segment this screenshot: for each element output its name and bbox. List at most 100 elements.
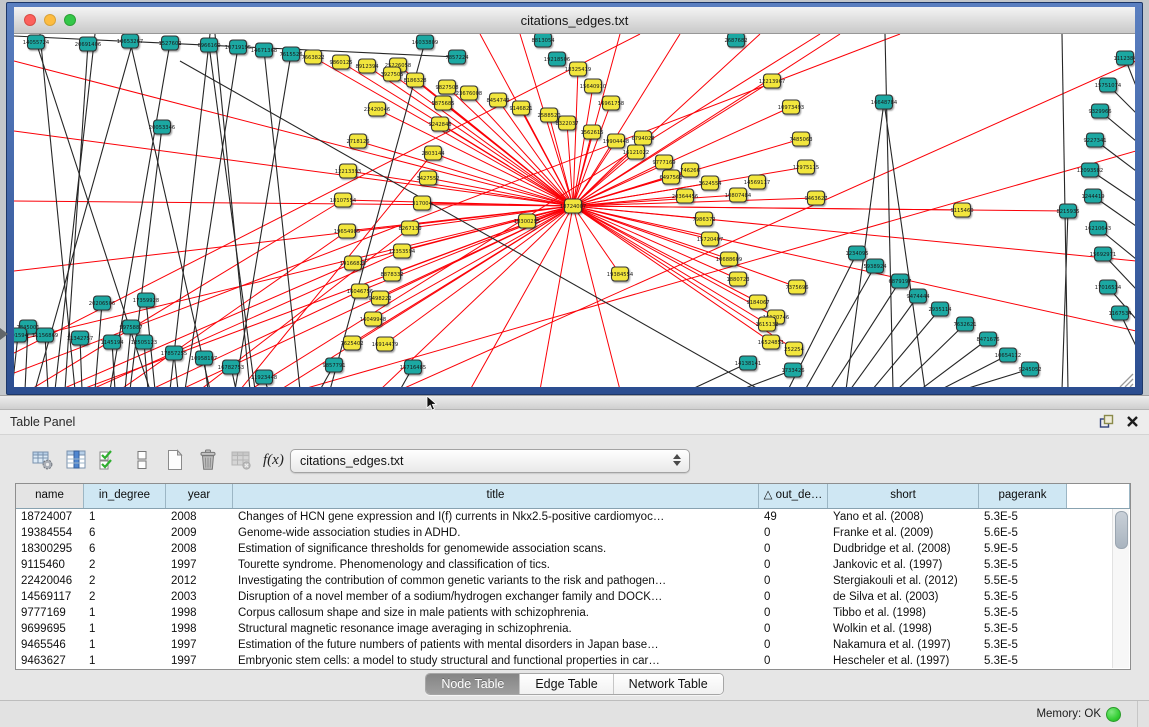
network-node[interactable]: 1234095 (845, 246, 868, 260)
table-row[interactable]: 2242004622012Investigating the contribut… (16, 573, 1130, 589)
network-node[interactable]: 1244419 (1081, 189, 1104, 203)
network-node[interactable]: 8267130 (398, 221, 421, 235)
network-node[interactable]: 19654985 (334, 224, 360, 238)
new-table-icon[interactable] (162, 446, 188, 474)
network-window[interactable]: citations_edges.txt (6, 2, 1143, 395)
network-node[interactable]: 9498222 (368, 291, 391, 305)
network-node[interactable]: 9227341 (1083, 133, 1106, 147)
network-node[interactable]: 12213393 (335, 164, 361, 178)
column-header[interactable]: name (16, 484, 84, 508)
close-panel-icon[interactable] (1126, 415, 1139, 428)
network-node[interactable]: 16914479 (372, 337, 398, 351)
network-node[interactable]: 16210643 (1085, 221, 1111, 235)
unselect-rows-icon[interactable] (129, 446, 155, 474)
network-node[interactable]: 9827508 (435, 80, 458, 94)
table-row[interactable]: 969969511998Structural magnetic resonanc… (16, 621, 1130, 637)
column-header[interactable]: pagerank (979, 484, 1067, 508)
network-node[interactable]: 2687682 (724, 34, 747, 47)
tab-network-table[interactable]: Network Table (613, 674, 723, 694)
network-node[interactable]: 8471676 (976, 332, 999, 346)
network-node[interactable]: 1145194 (100, 335, 124, 349)
float-panel-icon[interactable] (1099, 414, 1114, 429)
table-row[interactable]: 1938455462009Genome-wide association stu… (16, 525, 1130, 541)
network-node[interactable]: 2588520 (537, 108, 560, 122)
network-node[interactable]: 10719195 (225, 40, 251, 54)
network-node[interactable]: 6497568 (659, 170, 682, 184)
column-header[interactable]: in_degree (84, 484, 166, 508)
network-node[interactable]: 15640910 (580, 79, 606, 93)
network-node[interactable]: 7375696 (785, 280, 808, 294)
table-row[interactable]: 977716911998Corpus callosum shape and si… (16, 605, 1130, 621)
network-node[interactable]: 1527602 (158, 36, 181, 50)
network-node[interactable]: 5938924 (863, 259, 887, 273)
network-node[interactable]: 12093582 (1077, 163, 1103, 177)
column-header[interactable]: short (828, 484, 979, 508)
network-node[interactable]: 15751074 (1095, 78, 1122, 92)
network-node[interactable]: 10688609 (716, 252, 742, 266)
network-node[interactable]: 8454749 (486, 93, 509, 107)
network-node[interactable]: 17359928 (133, 293, 159, 307)
network-node[interactable]: 9975887 (119, 320, 142, 334)
network-node[interactable]: 746266 (680, 163, 700, 177)
network-node[interactable]: 1167534 (1108, 306, 1132, 320)
select-all-rows-icon[interactable] (96, 446, 122, 474)
network-node[interactable]: 16524851 (758, 335, 784, 349)
memory-status-indicator[interactable] (1106, 707, 1121, 722)
network-node[interactable]: 5875685 (431, 96, 454, 110)
network-node[interactable]: 1112384 (1113, 51, 1135, 65)
delete-table-icon[interactable] (195, 446, 221, 474)
network-node[interactable]: 12353594 (389, 244, 416, 258)
network-node[interactable]: 18325419 (565, 62, 591, 76)
network-node[interactable]: 10958107 (191, 351, 217, 365)
network-node[interactable]: 317004 (412, 196, 433, 210)
network-node[interactable]: 19218506 (544, 52, 570, 66)
network-node[interactable]: 9115460 (950, 203, 973, 217)
panel-divider[interactable] (0, 395, 1149, 410)
network-node[interactable]: 20364456 (672, 189, 698, 203)
network-node[interactable]: 9329966 (1088, 104, 1111, 118)
network-node[interactable]: 14671368 (251, 43, 277, 57)
network-node[interactable]: 6794028 (631, 131, 654, 145)
table-row[interactable]: 1456911722003Disruption of a novel membe… (16, 589, 1130, 605)
network-node[interactable]: 3427552 (416, 171, 439, 185)
network-node[interactable]: 6966160 (197, 38, 220, 52)
table-settings-icon[interactable] (30, 446, 56, 474)
tab-node-table[interactable]: Node Table (426, 674, 519, 694)
network-node[interactable]: 2718126 (346, 134, 369, 148)
network-node[interactable]: 10653267 (117, 34, 143, 48)
network-node[interactable]: 9242848 (428, 117, 451, 131)
select-columns-icon[interactable] (63, 446, 89, 474)
network-node[interactable]: 10973493 (778, 100, 804, 114)
network-node[interactable]: 9860125 (329, 55, 352, 69)
network-node[interactable]: 7857224 (445, 50, 469, 64)
network-node[interactable]: 7632621 (953, 317, 976, 331)
network-node[interactable]: 6879197 (888, 274, 911, 288)
network-node[interactable]: 1615132 (755, 317, 778, 331)
panel-collapse-arrow-icon[interactable] (0, 328, 8, 340)
network-node[interactable]: 23676008 (456, 86, 482, 100)
network-node[interactable]: 7663822 (301, 50, 324, 64)
network-node[interactable]: 17016534 (1095, 280, 1122, 294)
delete-columns-icon[interactable] (228, 446, 254, 474)
network-node[interactable]: 391594 (14, 328, 29, 342)
network-node[interactable]: 8186328 (403, 73, 426, 87)
network-node[interactable]: 18107554 (330, 193, 357, 207)
resize-grip-icon[interactable] (1120, 374, 1133, 387)
scrollbar-thumb[interactable] (1115, 511, 1128, 549)
network-node[interactable]: 8813054 (531, 34, 555, 47)
column-header[interactable]: year (166, 484, 233, 508)
network-node[interactable]: 1733426 (781, 363, 804, 377)
network-node[interactable]: 9245052 (1018, 362, 1041, 376)
network-node[interactable]: 19166825 (340, 256, 366, 270)
network-node[interactable]: 9857791 (322, 358, 345, 372)
network-node[interactable]: 16961758 (598, 96, 624, 110)
network-node[interactable]: 12213967 (759, 74, 785, 88)
network-node[interactable]: 8215935 (1056, 204, 1079, 218)
network-node[interactable]: 16648784 (871, 95, 898, 109)
table-row[interactable]: 946554611997Estimation of the future num… (16, 637, 1130, 653)
network-node[interactable]: 20206506 (89, 296, 115, 310)
network-node[interactable]: 7485063 (789, 132, 812, 146)
column-header[interactable]: △ out_de… (759, 484, 828, 508)
network-node[interactable]: 7615526 (279, 47, 302, 61)
table-row[interactable]: 946362711997Embryonic stem cells: a mode… (16, 653, 1130, 669)
